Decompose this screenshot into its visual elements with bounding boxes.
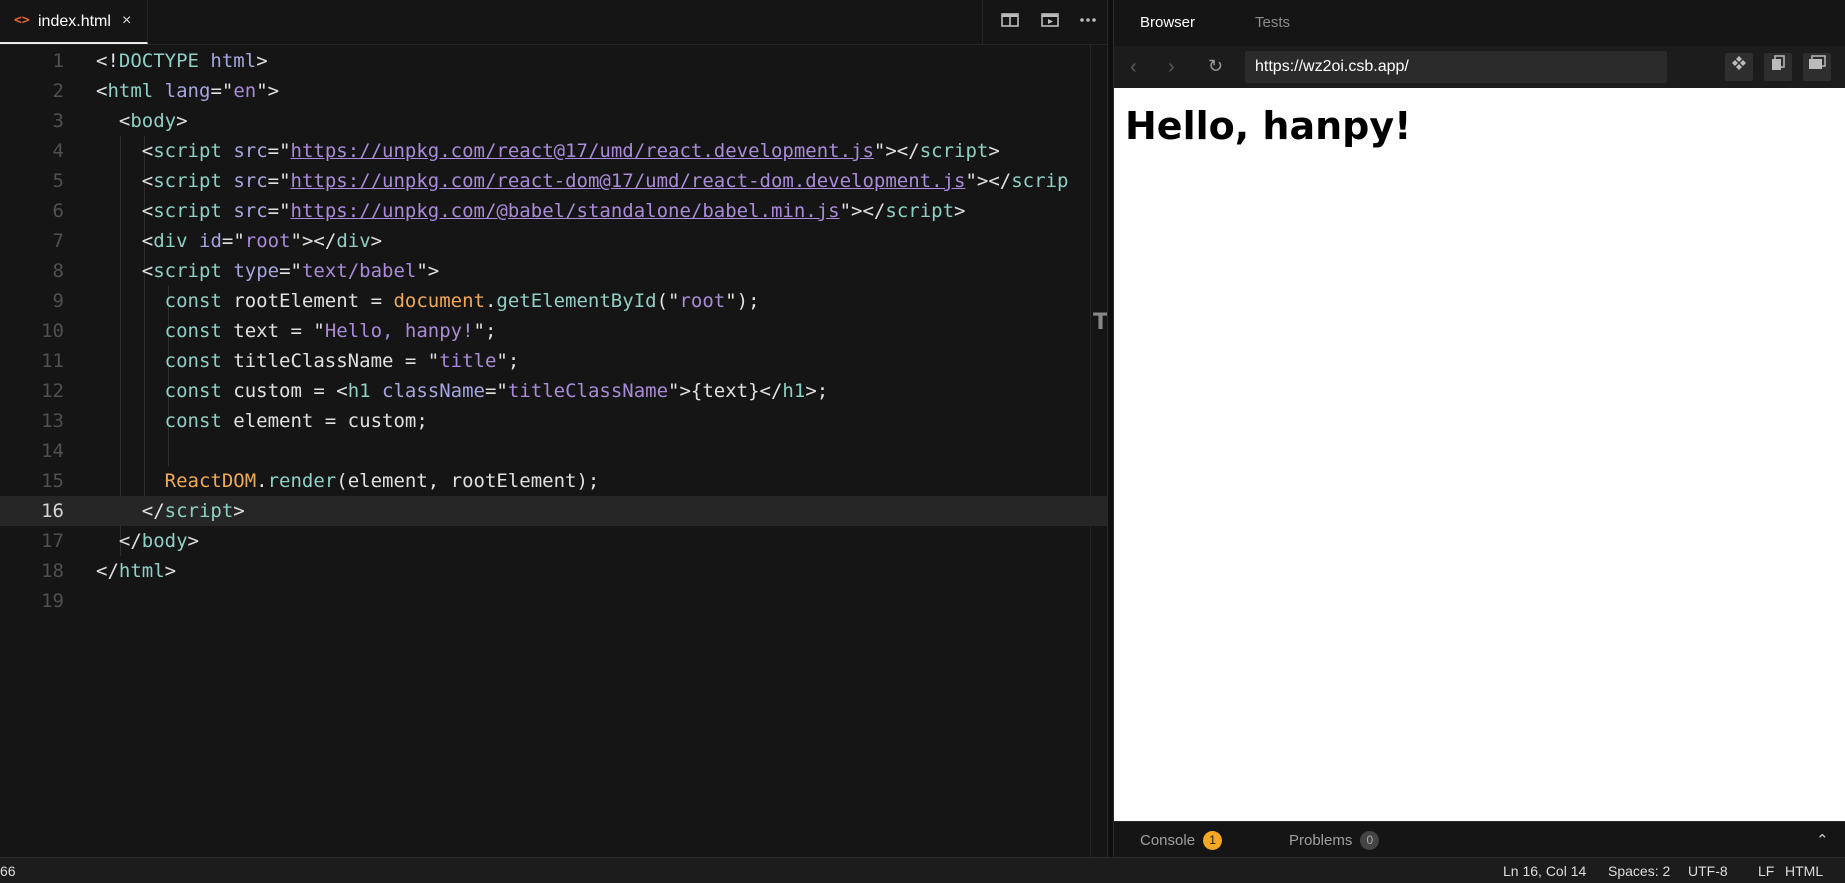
line-text[interactable]: const rootElement = document.getElementB… (96, 286, 760, 316)
console-count-badge: 1 (1203, 831, 1223, 850)
code-line[interactable]: 15 ReactDOM.render(element, rootElement)… (0, 466, 1108, 496)
code-line[interactable]: 3 <body> (0, 106, 1108, 136)
problems-label: Problems (1289, 832, 1353, 849)
status-bar: 66 Ln 16, Col 14 Spaces: 2 UTF-8 LF HTML (0, 857, 1845, 883)
code-area[interactable]: 1 <!DOCTYPE html> 2 <html lang="en"> 3 <body… (0, 46, 1108, 857)
line-number: 10 (41, 320, 64, 342)
pane-resize-handle[interactable] (1107, 0, 1114, 857)
line-number: 6 (52, 200, 64, 222)
problems-count-badge: 0 (1360, 831, 1380, 850)
scroll-marker: T (1093, 310, 1109, 335)
preview-icon[interactable] (1039, 12, 1061, 32)
line-number: 14 (41, 440, 64, 462)
code-line[interactable]: 16 </script> (0, 496, 1108, 526)
editor-actions (982, 0, 1108, 44)
line-number: 8 (52, 260, 64, 282)
line-number: 7 (52, 230, 64, 252)
line-number: 4 (52, 140, 64, 162)
tab-tests[interactable]: Tests (1255, 14, 1290, 31)
code-line[interactable]: 19 (0, 586, 1108, 616)
line-number: 18 (41, 560, 64, 582)
window-icon[interactable] (1803, 53, 1831, 81)
close-icon[interactable]: × (122, 12, 131, 30)
line-number: 2 (52, 80, 64, 102)
line-text[interactable]: <script src="https://unpkg.com/@babel/st… (96, 196, 966, 226)
code-line[interactable]: 7 <div id="root"></div> (0, 226, 1108, 256)
browser-toolbar: ‹ › ↻ https://wz2oi.csb.app/ (1114, 46, 1845, 88)
refresh-icon[interactable]: ↻ (1208, 56, 1223, 77)
line-text[interactable]: <body> (96, 106, 188, 136)
code-line[interactable]: 2 <html lang="en"> (0, 76, 1108, 106)
code-line[interactable]: 1 <!DOCTYPE html> (0, 46, 1108, 76)
line-text[interactable]: const text = "Hello, hanpy!"; (96, 316, 497, 346)
code-line[interactable]: 5 <script src="https://unpkg.com/react-d… (0, 166, 1108, 196)
tab-problems[interactable]: Problems 0 (1289, 831, 1380, 850)
line-text[interactable]: <div id="root"></div> (96, 226, 382, 256)
console-label: Console (1140, 832, 1196, 849)
line-number: 12 (41, 380, 64, 402)
line-number: 5 (52, 170, 64, 192)
code-line[interactable]: 17 </body> (0, 526, 1108, 556)
more-icon[interactable] (1077, 12, 1099, 32)
code-editor[interactable]: <> index.html × 1 <!DOCTYPE html> 2 <html l… (0, 0, 1109, 857)
line-text[interactable]: ReactDOM.render(element, rootElement); (96, 466, 600, 496)
line-text[interactable]: const element = custom; (96, 406, 428, 436)
cursor-position[interactable]: Ln 16, Col 14 (1503, 863, 1586, 879)
line-text[interactable]: <script src="https://unpkg.com/react-dom… (96, 166, 1069, 196)
code-line[interactable]: 12 const custom = <h1 className="titleCl… (0, 376, 1108, 406)
tab-console[interactable]: Console 1 (1140, 831, 1223, 850)
line-text[interactable]: const titleClassName = "title"; (96, 346, 520, 376)
line-text[interactable]: <script type="text/babel"> (96, 256, 439, 286)
line-text[interactable]: <script src="https://unpkg.com/react@17/… (96, 136, 1000, 166)
status-left: 66 (0, 863, 16, 879)
code-file-icon: <> (14, 13, 30, 28)
preview-tabs: Browser Tests (1114, 0, 1845, 46)
line-number: 3 (52, 110, 64, 132)
editor-tabbar: <> index.html × (0, 0, 1107, 45)
code-line[interactable]: 4 <script src="https://unpkg.com/react@1… (0, 136, 1108, 166)
line-number: 15 (41, 470, 64, 492)
tab-browser[interactable]: Browser (1140, 14, 1195, 31)
chevron-up-icon[interactable]: ⌃ (1816, 831, 1829, 849)
indentation[interactable]: Spaces: 2 (1608, 863, 1670, 879)
split-editor-icon[interactable] (999, 12, 1021, 32)
preview-pane: Browser Tests ‹ › ↻ https://wz2oi.csb.ap… (1114, 0, 1845, 858)
line-ending[interactable]: LF (1758, 863, 1774, 879)
tab-index-html[interactable]: <> index.html × (0, 0, 148, 44)
line-number: 19 (41, 590, 64, 612)
browser-viewport[interactable]: Hello, hanpy! (1114, 88, 1845, 821)
line-text[interactable]: </html> (96, 556, 176, 586)
back-icon[interactable]: ‹ (1130, 56, 1137, 79)
line-text[interactable]: </body> (96, 526, 199, 556)
line-text[interactable]: <html lang="en"> (96, 76, 279, 106)
code-line[interactable]: 13 const element = custom; (0, 406, 1108, 436)
line-number: 11 (41, 350, 64, 372)
line-number: 17 (41, 530, 64, 552)
language-mode[interactable]: HTML (1785, 863, 1823, 879)
preview-bottom-tabs: Console 1 Problems 0 ⌃ (1114, 821, 1845, 858)
page-heading: Hello, hanpy! (1125, 104, 1412, 148)
code-line[interactable]: 9 const rootElement = document.getElemen… (0, 286, 1108, 316)
line-number: 1 (52, 50, 64, 72)
encoding[interactable]: UTF-8 (1688, 863, 1728, 879)
editor-scrollbar[interactable] (1090, 44, 1108, 857)
code-line[interactable]: 11 const titleClassName = "title"; (0, 346, 1108, 376)
code-line[interactable]: 18 </html> (0, 556, 1108, 586)
open-external-icon[interactable] (1725, 53, 1753, 81)
forward-icon[interactable]: › (1168, 56, 1175, 79)
line-number: 16 (41, 500, 64, 522)
code-line[interactable]: 10 const text = "Hello, hanpy!"; (0, 316, 1108, 346)
code-line[interactable]: 14 (0, 436, 1108, 466)
line-text[interactable]: <!DOCTYPE html> (96, 46, 268, 76)
code-line[interactable]: 8 <script type="text/babel"> (0, 256, 1108, 286)
copy-icon[interactable] (1764, 53, 1792, 81)
line-number: 9 (52, 290, 64, 312)
url-input[interactable]: https://wz2oi.csb.app/ (1245, 51, 1667, 83)
code-line[interactable]: 6 <script src="https://unpkg.com/@babel/… (0, 196, 1108, 226)
line-text[interactable]: const custom = <h1 className="titleClass… (96, 376, 829, 406)
line-number: 13 (41, 410, 64, 432)
tab-filename: index.html (38, 13, 111, 30)
line-text[interactable]: </script> (96, 496, 245, 526)
